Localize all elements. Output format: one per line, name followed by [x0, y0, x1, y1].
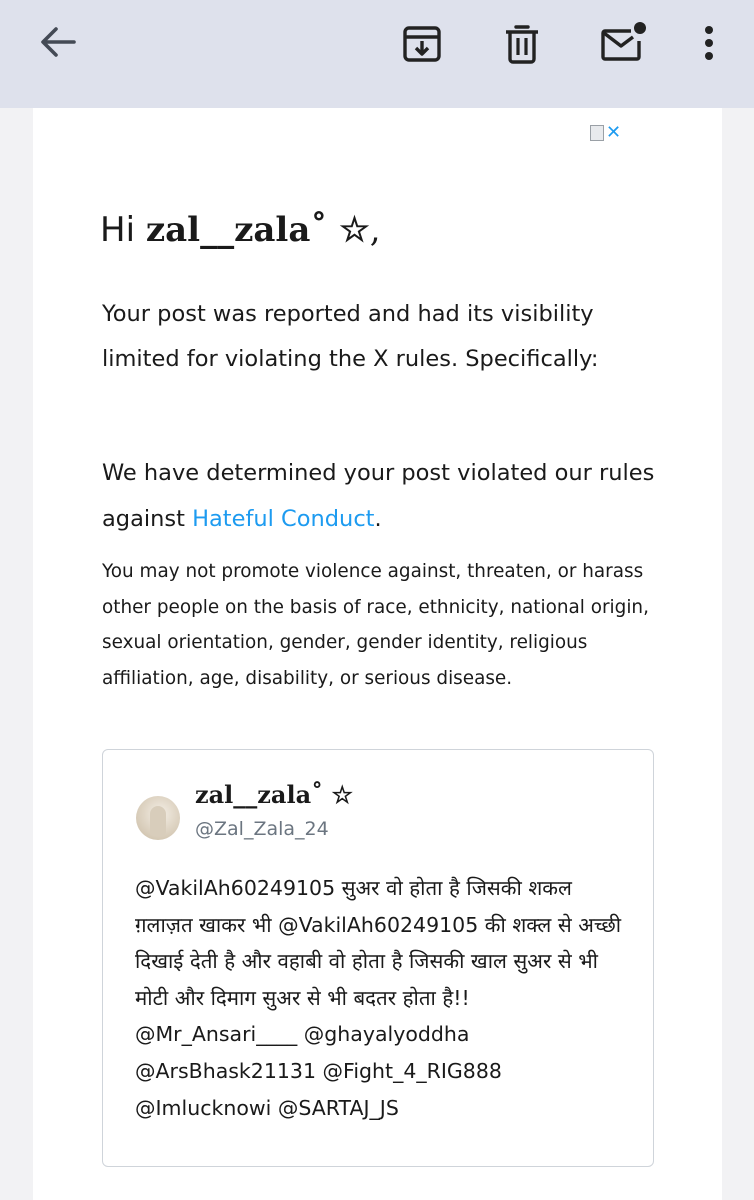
- x-logo-icon: ✕: [606, 122, 622, 143]
- policy-description: You may not promote violence against, th…: [102, 561, 649, 689]
- post-handle: @Zal_Zala_24: [195, 818, 329, 840]
- avatar: [136, 796, 180, 840]
- report-notice: Your post was reported and had its visib…: [102, 301, 599, 372]
- broken-image-x-logo: ✕: [590, 123, 630, 143]
- broken-image-icon: [590, 125, 604, 141]
- violation-statement: We have determined your post violated ou…: [102, 450, 662, 542]
- more-vert-icon[interactable]: [686, 18, 732, 68]
- greeting: Hi zal__zala˚ ☆,: [100, 210, 381, 250]
- top-app-bar: [0, 0, 754, 108]
- violation-period: .: [374, 506, 382, 532]
- trash-icon[interactable]: [494, 20, 550, 68]
- arrow-back-icon[interactable]: [30, 20, 86, 64]
- post-display-name: zal__zala˚ ☆: [195, 780, 354, 809]
- greeting-prefix: Hi: [100, 210, 136, 250]
- post-text: @VakilAh60249105 सुअर वो होता है जिसकी श…: [135, 876, 622, 1120]
- mark-unread-icon[interactable]: [594, 16, 654, 68]
- reported-post-card[interactable]: zal__zala˚ ☆ @Zal_Zala_24 @VakilAh602491…: [102, 749, 654, 1167]
- greeting-suffix: ,: [369, 210, 381, 250]
- archive-icon[interactable]: [394, 20, 450, 68]
- hateful-conduct-link[interactable]: Hateful Conduct: [192, 506, 374, 532]
- greeting-username: zal__zala˚ ☆: [145, 210, 370, 250]
